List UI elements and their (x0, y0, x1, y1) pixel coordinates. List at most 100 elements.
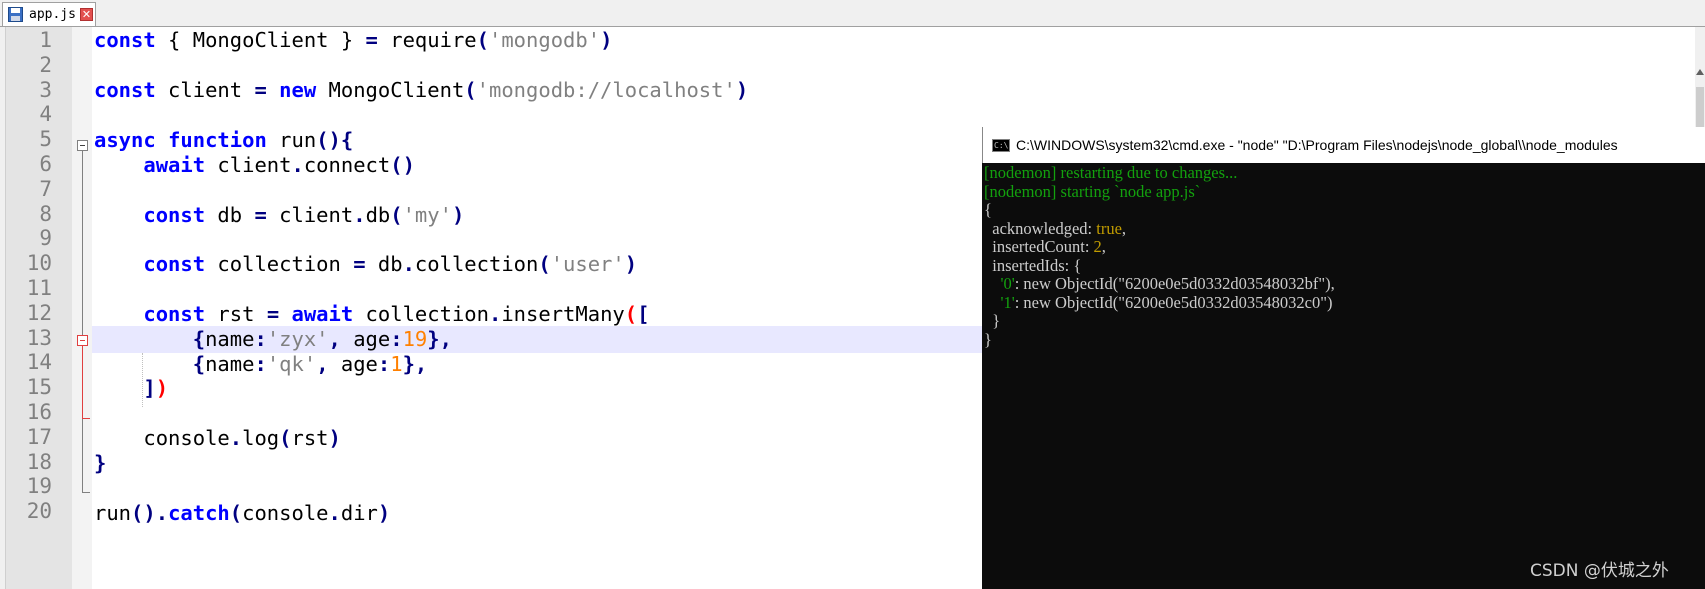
code-line-15[interactable]: ]) (94, 375, 168, 402)
keyword-token: catch (168, 501, 230, 525)
operator-token: = (254, 78, 267, 102)
fold-range-line (82, 151, 83, 492)
fold-toggle-insertmany[interactable] (77, 335, 88, 346)
code-line-18[interactable]: } (94, 450, 106, 477)
line-number: 19 (26, 474, 52, 499)
operator-token: ] (143, 376, 156, 400)
console-line: } (984, 311, 1000, 331)
operator-token: ) (735, 78, 749, 102)
code-token: db (365, 252, 403, 276)
line-number: 10 (26, 251, 52, 276)
line-number: 11 (26, 276, 52, 300)
keyword-token: const (143, 252, 206, 276)
code-line-6[interactable]: await client.connect() (94, 152, 415, 179)
fold-toggle-function-run[interactable] (77, 140, 88, 151)
operator-token: ) (377, 501, 391, 525)
console-token: [nodemon] starting `node app.js` (984, 181, 1201, 201)
operator-token: . (353, 203, 366, 227)
code-line-8[interactable]: const db = client.db('my') (94, 202, 464, 229)
operator-token: ( (464, 78, 477, 102)
code-line-20[interactable]: run().catch(console.dir) (94, 500, 390, 527)
operator-token: : (254, 327, 267, 351)
console-line: insertedCount: 2, (984, 237, 1106, 257)
code-token: dir (340, 501, 378, 525)
console-token: : new ObjectId("6200e0e5d0332d03548032bf… (1014, 274, 1335, 293)
code-token: run (94, 501, 132, 525)
operator-token: () (390, 153, 415, 177)
matched-brace-token: ) (155, 376, 169, 400)
cmd-app-icon: C:\ (992, 138, 1010, 152)
code-line-14[interactable]: {name:'qk', age:1}, (94, 351, 428, 378)
operator-token: ( (390, 203, 403, 227)
line-number: 17 (26, 424, 52, 449)
code-line-1[interactable]: const { MongoClient } = require('mongodb… (94, 27, 612, 54)
cmd-title-bar[interactable]: C:\ C:\WINDOWS\system32\cmd.exe - "node"… (982, 127, 1705, 163)
keyword-token: const (143, 203, 206, 227)
line-number: 3 (39, 77, 52, 102)
code-line-3[interactable]: const client = new MongoClient('mongodb:… (94, 77, 748, 104)
code-token: client (266, 203, 354, 227)
line-number: 20 (26, 499, 52, 524)
floppy-disk-icon (8, 7, 23, 22)
line-number: 14 (26, 350, 52, 375)
code-token: { MongoClient } (155, 28, 366, 52)
line-number: 6 (39, 152, 52, 176)
code-token: age (328, 352, 378, 376)
line-number: 1 (39, 28, 52, 52)
watermark: CSDN @伏城之外 (1530, 561, 1669, 581)
number-token: 19 (402, 327, 428, 351)
operator-token: = (365, 28, 378, 52)
operator-token: { (192, 327, 206, 351)
code-line-12[interactable]: const rst = await collection.insertMany(… (94, 301, 649, 328)
operator-token: ) (328, 426, 341, 450)
operator-token: (). (131, 501, 169, 525)
code-line-10[interactable]: const collection = db.collection('user') (94, 251, 637, 278)
string-token: 'zyx' (266, 327, 329, 351)
code-token: client (155, 78, 255, 102)
fold-range-line-active (82, 346, 83, 418)
keyword-token: const (143, 302, 206, 326)
console-line: '1': new ObjectId("6200e0e5d0332d0354803… (984, 293, 1333, 313)
code-line-13[interactable]: {name:'zyx', age:19}, (94, 326, 452, 353)
console-line: '0': new ObjectId("6200e0e5d0332d0354803… (984, 274, 1335, 294)
code-token: connect (303, 153, 391, 177)
code-line-5[interactable]: async function run(){ (94, 127, 353, 154)
operator-token: ( (538, 252, 551, 276)
keyword-token: await (291, 302, 354, 326)
operator-token: = (266, 302, 280, 326)
operator-token: ) (624, 252, 638, 276)
code-token: age (340, 327, 391, 351)
close-tab-icon[interactable]: ✕ (79, 8, 93, 21)
code-token: name (205, 352, 255, 376)
scroll-up-icon[interactable] (1696, 69, 1704, 75)
console-token: { (984, 200, 992, 219)
fold-range-end (82, 492, 90, 493)
keyword-token: new (279, 78, 317, 102)
operator-token: ) (451, 203, 465, 227)
string-token: 'qk' (266, 352, 317, 376)
keyword-token: function (168, 128, 267, 152)
line-number: 2 (39, 52, 52, 77)
console-token: '0' (1000, 274, 1015, 293)
code-line-17[interactable]: console.log(rst) (94, 425, 341, 452)
code-token: collection (205, 252, 354, 276)
operator-token: = (353, 252, 366, 276)
matched-brace-token: ( (624, 302, 638, 326)
line-number: 18 (26, 449, 52, 474)
console-token (984, 274, 1001, 293)
operator-token: { (192, 352, 206, 376)
console-line: { (984, 200, 992, 220)
code-token: console (242, 501, 329, 525)
cmd-window[interactable]: C:\ C:\WINDOWS\system32\cmd.exe - "node"… (982, 127, 1705, 589)
keyword-token: async (94, 128, 156, 152)
code-token: require (377, 28, 477, 52)
operator-token: . (402, 252, 415, 276)
tab-app-js[interactable]: app.js ✕ (2, 2, 96, 26)
